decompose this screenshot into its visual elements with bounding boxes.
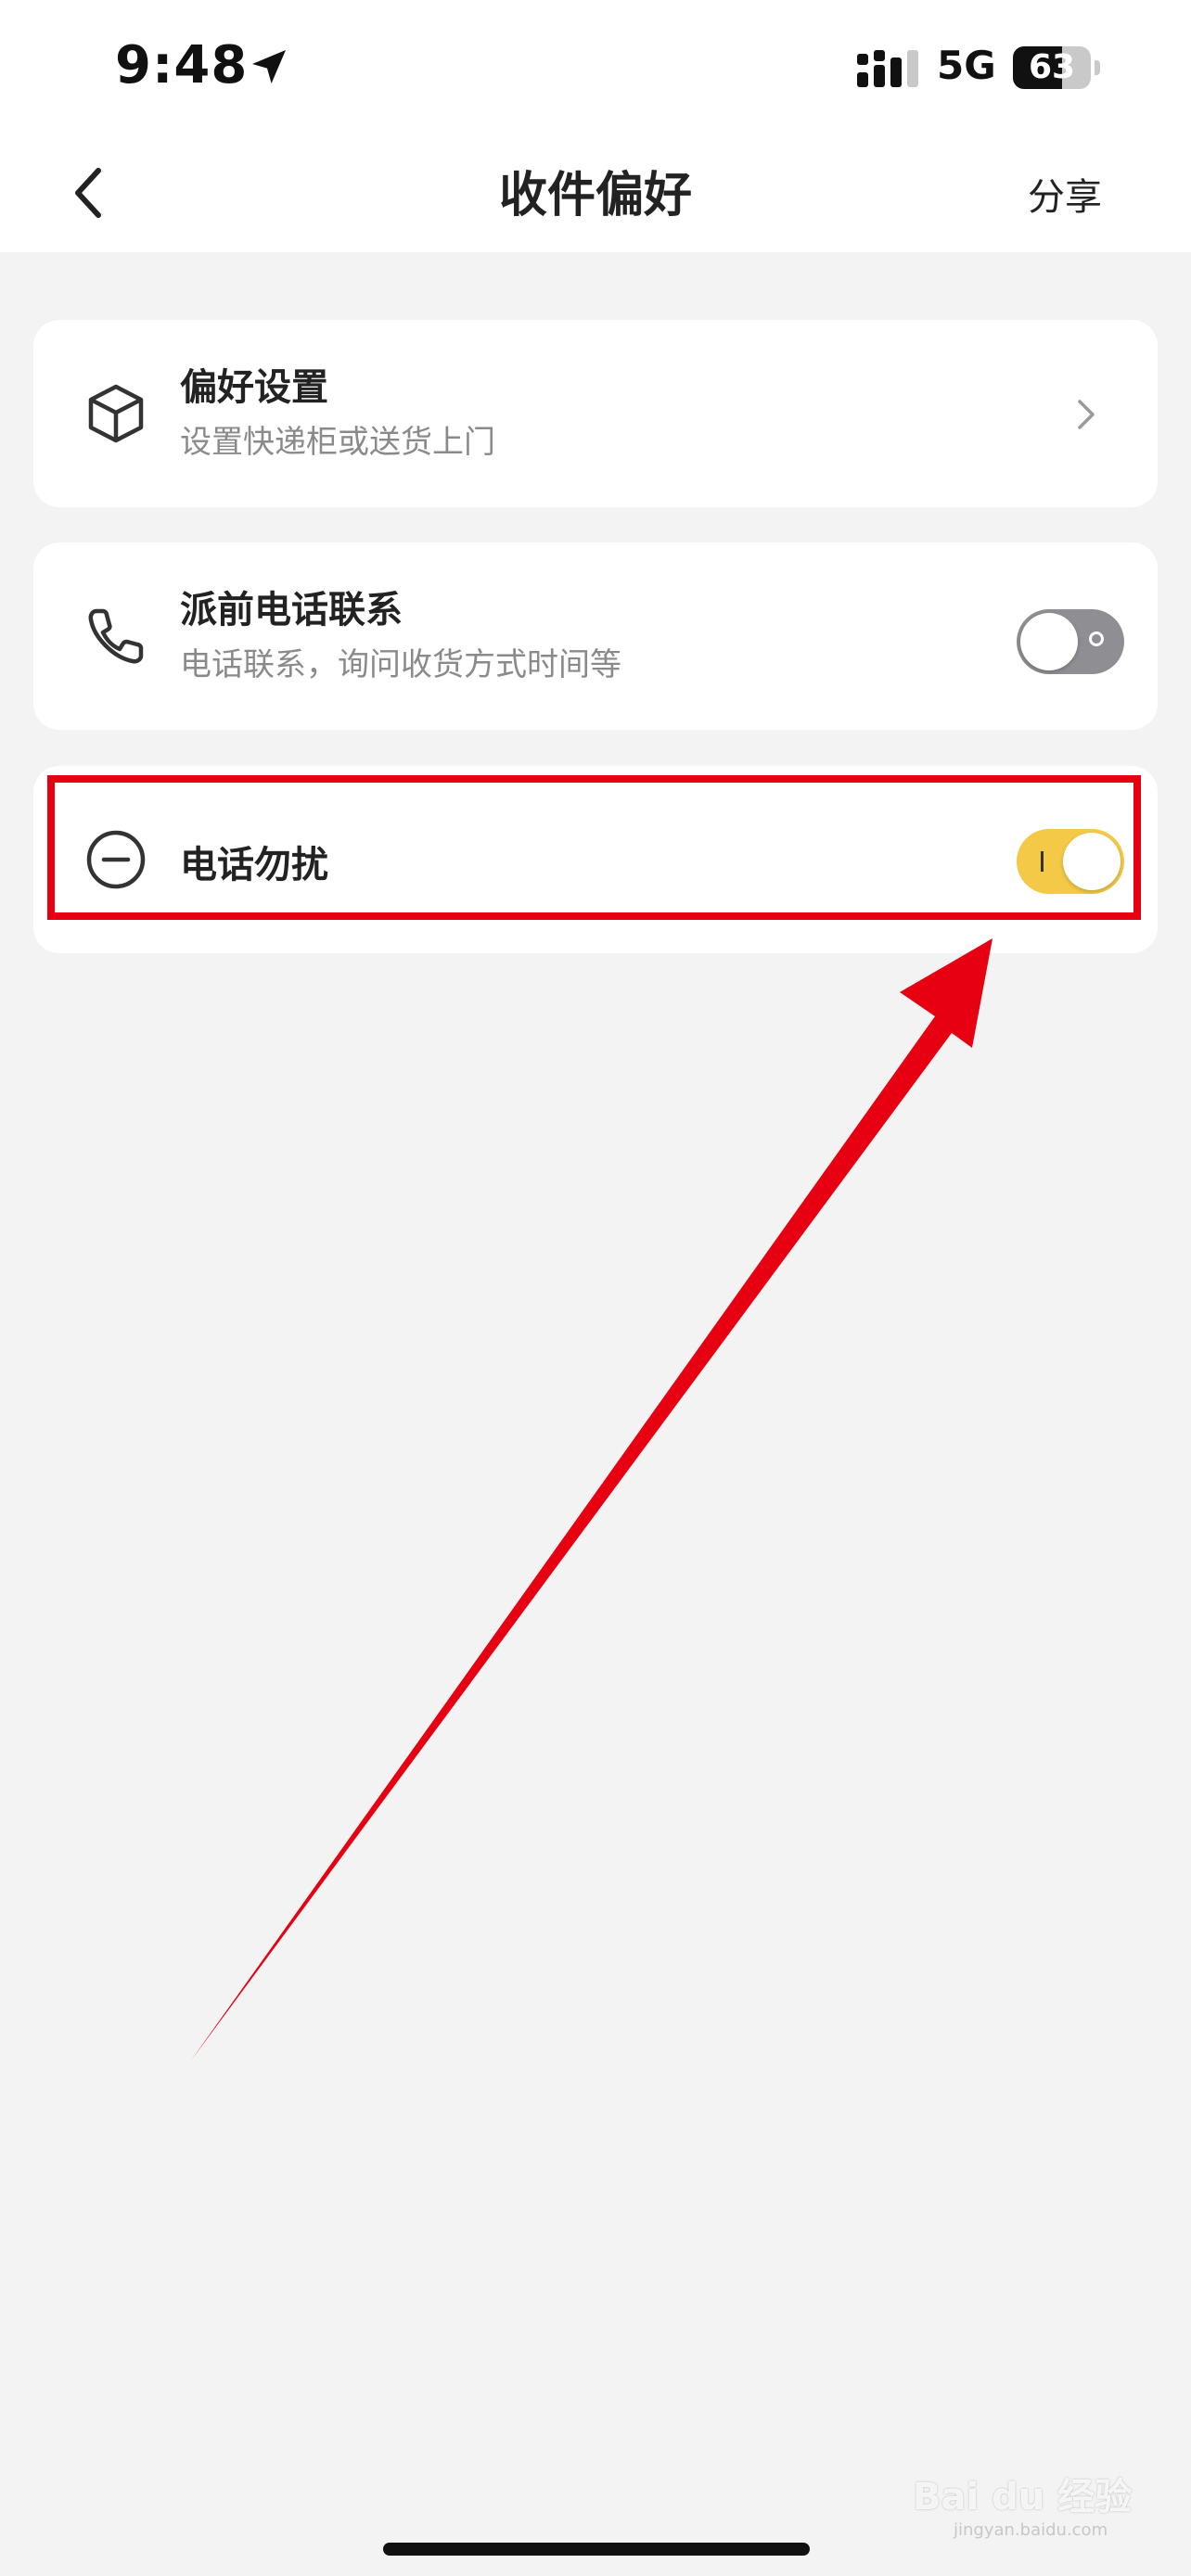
watermark-logo: Bai du 经验	[913, 2476, 1133, 2519]
phone-icon	[88, 608, 144, 664]
share-button[interactable]: 分享	[1028, 167, 1102, 221]
location-arrow-icon	[252, 50, 286, 83]
network-type: 5G	[937, 43, 996, 88]
preference-settings-row[interactable]: 偏好设置 设置快递柜或送货上门	[33, 320, 1158, 507]
page-title: 收件偏好	[498, 168, 692, 223]
toggle-off-mark	[1089, 631, 1104, 646]
call-before-delivery-toggle[interactable]	[1017, 609, 1124, 674]
battery-percent: 63	[1028, 48, 1076, 86]
row-subtitle: 电话联系，询问收货方式时间等	[180, 646, 621, 683]
call-before-delivery-row: 派前电话联系 电话联系，询问收货方式时间等	[33, 542, 1158, 730]
row-title: 偏好设置	[180, 366, 328, 409]
watermark-domain: jingyan.baidu.com	[954, 2520, 1108, 2540]
battery-indicator: 63	[1013, 46, 1106, 89]
header-area: 9:48 5G 63 收件偏好 分享	[0, 0, 1191, 252]
toggle-knob	[1020, 613, 1078, 670]
home-indicator	[383, 2543, 810, 2556]
status-time: 9:48	[115, 35, 249, 96]
chevron-right-icon	[1078, 400, 1095, 429]
highlight-box	[47, 775, 1141, 920]
cellular-signal-icon	[857, 50, 918, 87]
row-title: 派前电话联系	[180, 589, 403, 631]
row-subtitle: 设置快递柜或送货上门	[180, 424, 495, 461]
package-box-icon	[88, 384, 144, 443]
